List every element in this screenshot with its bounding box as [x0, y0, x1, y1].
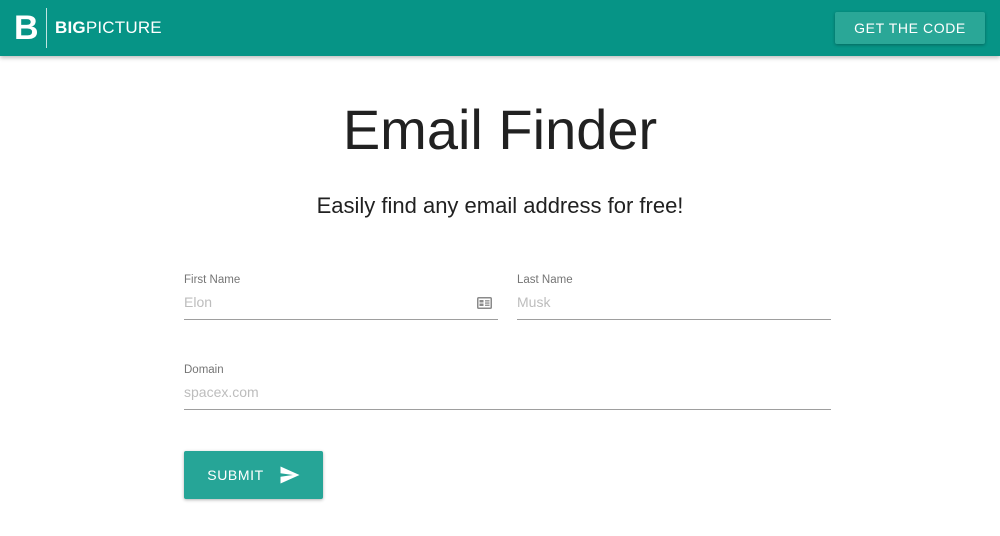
last-name-field: Last Name [517, 274, 831, 326]
domain-underline [184, 409, 831, 410]
domain-label: Domain [184, 364, 224, 376]
first-name-input[interactable] [184, 288, 498, 316]
last-name-label: Last Name [517, 274, 573, 286]
logo-text-bold: BIG [55, 18, 86, 37]
logo-divider [46, 8, 47, 48]
domain-input[interactable] [184, 378, 831, 406]
page-title: Email Finder [342, 98, 658, 161]
last-name-input[interactable] [517, 288, 831, 316]
page-subtitle: Easily find any email address for free! [316, 193, 684, 218]
first-name-label: First Name [184, 274, 241, 286]
last-name-underline [517, 319, 831, 320]
first-name-underline [184, 319, 498, 320]
logo-mark[interactable]: B [14, 8, 42, 48]
logo-text-light: PICTURE [85, 18, 162, 37]
first-name-field: First Name [184, 274, 498, 326]
submit-button-label: SUBMIT [207, 467, 264, 483]
send-icon [280, 466, 300, 484]
get-the-code-button[interactable]: GET THE CODE [835, 12, 985, 44]
submit-button[interactable]: SUBMIT [184, 451, 323, 499]
top-navigation-bar: B BIGPICTURE GET THE CODE [0, 0, 1000, 56]
logo-text[interactable]: BIGPICTURE [55, 18, 162, 40]
contact-card-icon[interactable] [477, 297, 492, 309]
domain-field: Domain [184, 364, 831, 416]
